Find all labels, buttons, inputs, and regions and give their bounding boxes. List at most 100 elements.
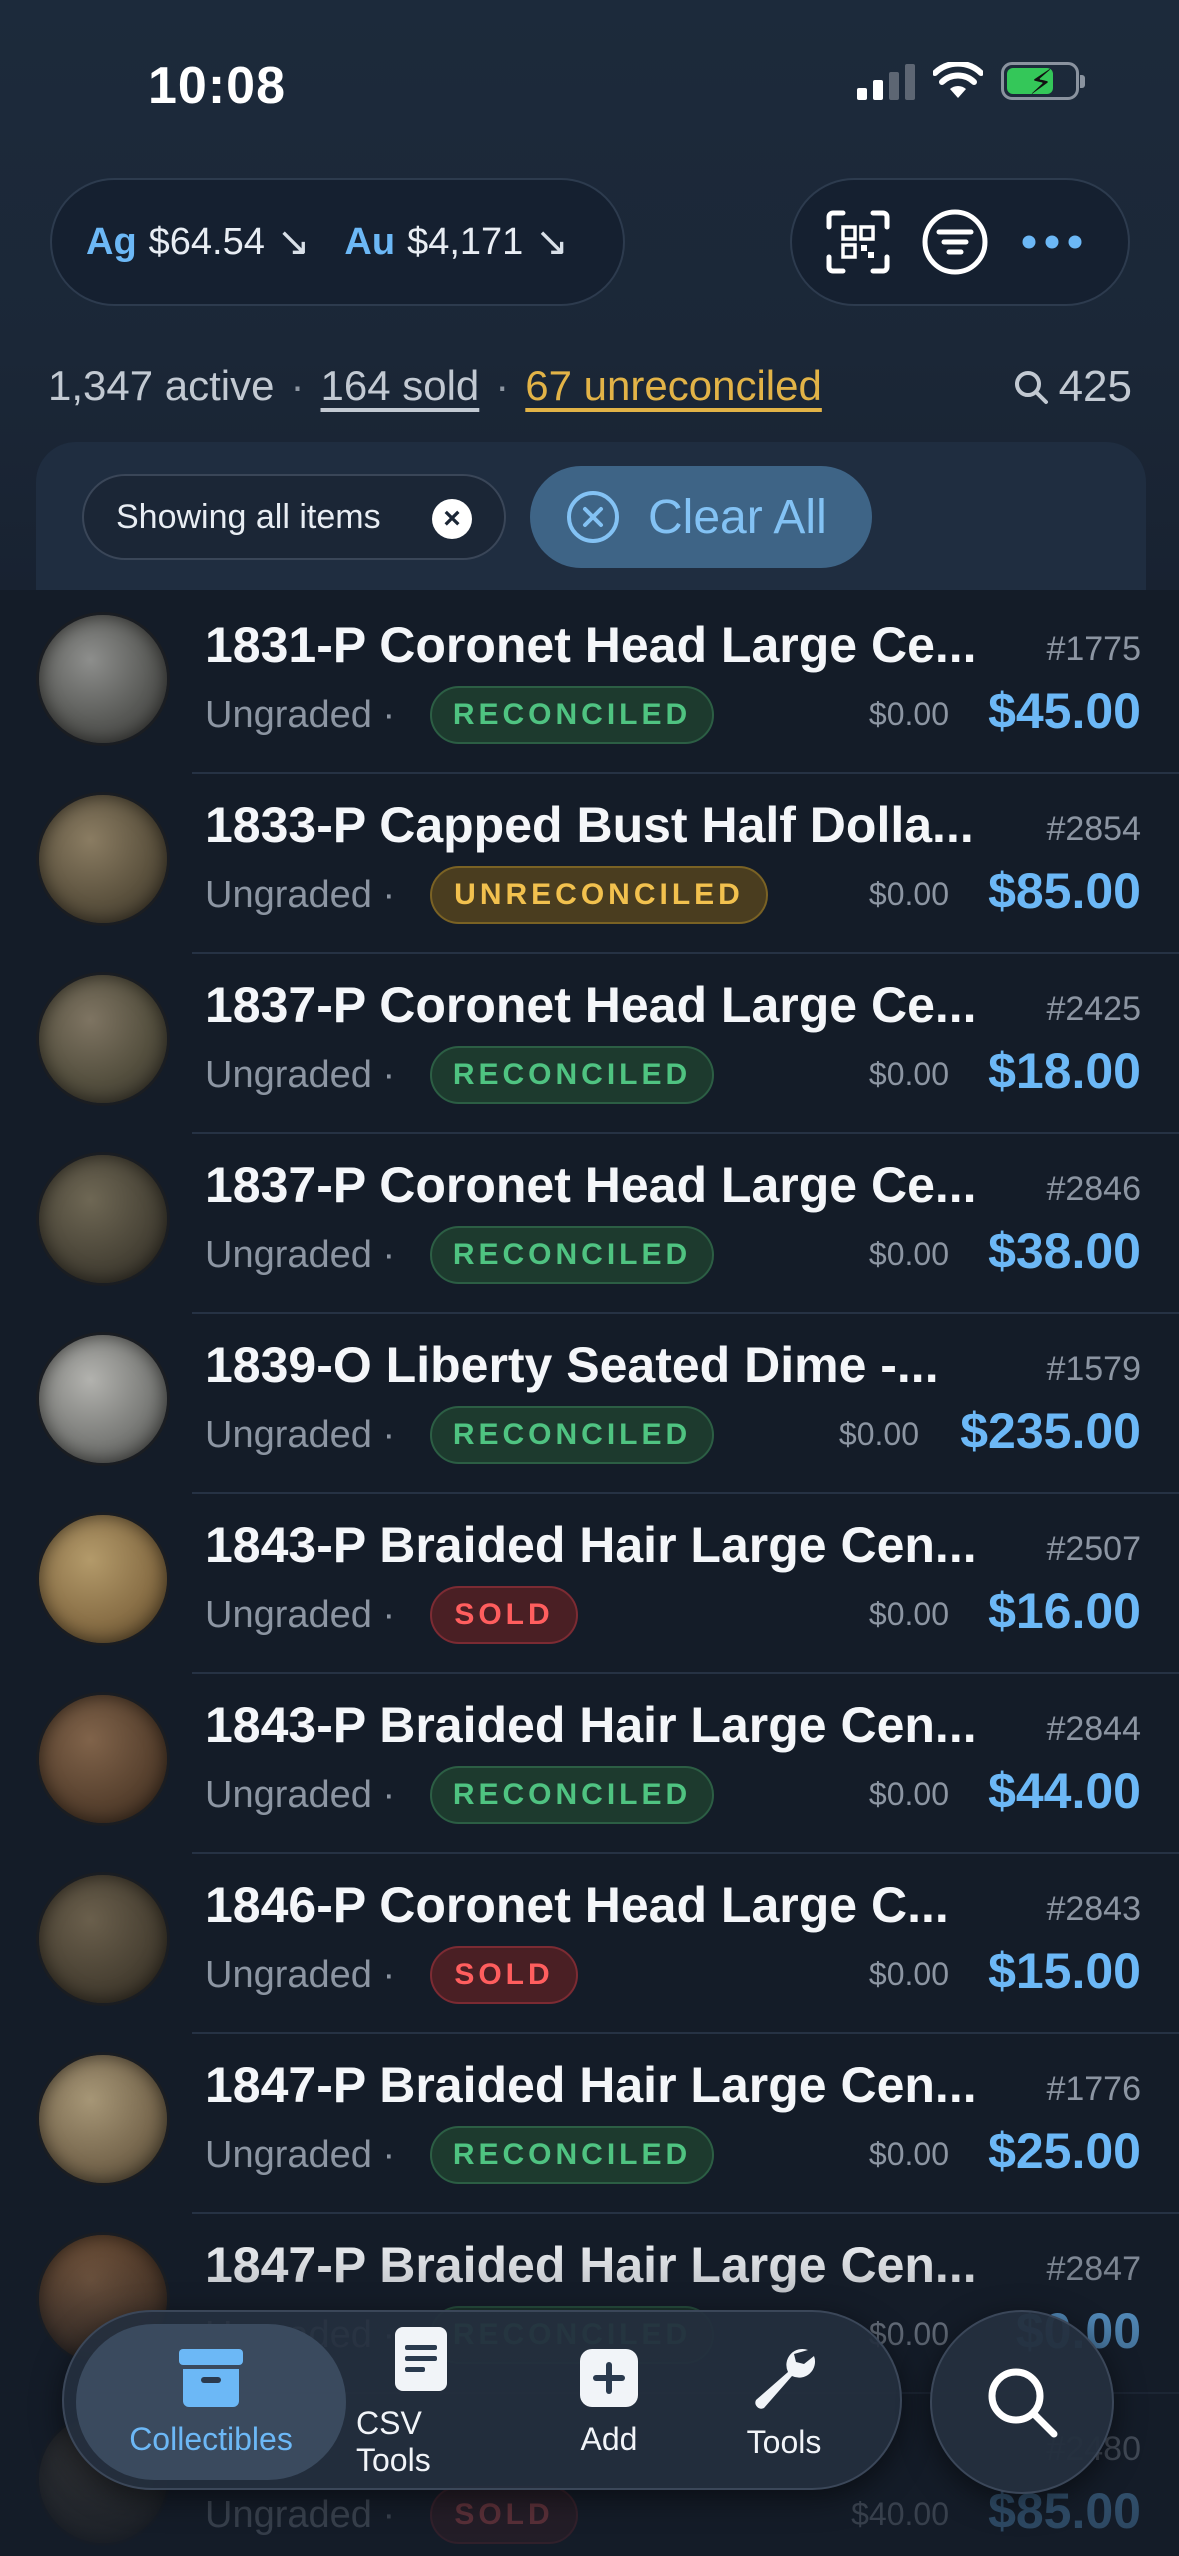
filter-icon <box>922 209 988 275</box>
inventory-summary: 1,347 active · 164 sold · 67 unreconcile… <box>48 362 822 410</box>
item-grade: Ungraded · <box>205 1954 395 1997</box>
search-count-value: 425 <box>1058 362 1132 411</box>
item-grade: Ungraded · <box>205 2494 395 2537</box>
archive-box-icon <box>179 2348 243 2407</box>
tab-bar: Collectibles CSV Tools Add Tools <box>62 2310 902 2490</box>
item-number: #2507 <box>1046 1530 1141 1568</box>
status-badge: SOLD <box>430 1586 578 1644</box>
item-grade: Ungraded · <box>205 874 395 917</box>
tab-add[interactable]: Add <box>544 2312 674 2492</box>
coin-thumbnail <box>36 2052 170 2186</box>
item-price: $85.00 <box>988 863 1141 919</box>
status-time: 10:08 <box>148 57 286 115</box>
item-title: 1847-P Braided Hair Large Cen... <box>205 2237 977 2293</box>
item-grade: Ungraded · <box>205 1054 395 1097</box>
qr-scan-icon <box>826 210 890 274</box>
more-icon <box>1022 235 1082 249</box>
status-badge: RECONCILED <box>430 1406 714 1464</box>
metal-prices-pill[interactable]: Ag $64.54 ↘ Au $4,171 ↘ <box>50 178 625 306</box>
silver-price: $64.54 <box>148 220 265 263</box>
separator: · <box>382 1774 396 1816</box>
list-item[interactable]: 1837-P Coronet Head Large Ce... #2425 Un… <box>0 954 1179 1134</box>
coin-thumbnail <box>36 1512 170 1646</box>
list-item[interactable]: 1837-P Coronet Head Large Ce... #2846 Un… <box>0 1134 1179 1314</box>
unreconciled-count-link[interactable]: 67 unreconciled <box>525 362 822 410</box>
item-title: 1843-P Braided Hair Large Cen... <box>205 1697 977 1753</box>
coin-thumbnail <box>36 1692 170 1826</box>
tab-collectibles[interactable]: Collectibles <box>76 2324 346 2480</box>
status-badge: RECONCILED <box>430 686 714 744</box>
item-price: $45.00 <box>988 683 1141 739</box>
coin-thumbnail <box>36 1152 170 1286</box>
tab-add-label: Add <box>580 2420 638 2457</box>
grade-label: Ungraded <box>205 874 372 916</box>
tab-tools-label: Tools <box>746 2423 822 2460</box>
item-cost: $0.00 <box>868 1056 949 1092</box>
item-title: 1839-O Liberty Seated Dime -... <box>205 1337 939 1393</box>
list-item[interactable]: 1847-P Braided Hair Large Cen... #1776 U… <box>0 2034 1179 2214</box>
collectibles-list: 1831-P Coronet Head Large Ce... #1775 Un… <box>0 594 1179 2556</box>
filter-chip-label: Showing all items <box>116 497 381 536</box>
item-grade: Ungraded · <box>205 1414 395 1457</box>
separator: · <box>382 2494 396 2536</box>
grade-label: Ungraded <box>205 2134 372 2176</box>
grade-label: Ungraded <box>205 1054 372 1096</box>
item-cost: $0.00 <box>868 1956 949 1992</box>
more-button[interactable] <box>1003 192 1100 292</box>
grade-label: Ungraded <box>205 694 372 736</box>
search-icon <box>1014 371 1048 404</box>
active-count: 1,347 active <box>48 362 275 409</box>
status-badge: SOLD <box>430 1946 578 2004</box>
status-badge: RECONCILED <box>430 1766 714 1824</box>
separator: · <box>382 2134 396 2176</box>
silver-symbol: Ag <box>86 220 137 263</box>
separator: · <box>382 694 396 736</box>
item-number: #2854 <box>1046 810 1141 848</box>
search-result-count[interactable]: 425 <box>1013 362 1132 412</box>
document-icon <box>395 2327 447 2391</box>
list-item[interactable]: 1843-P Braided Hair Large Cen... #2844 U… <box>0 1674 1179 1854</box>
separator: · <box>290 362 305 409</box>
trend-down-icon: ↘ <box>535 220 569 264</box>
item-number: #2425 <box>1046 990 1141 1028</box>
item-number: #1579 <box>1046 1350 1141 1388</box>
item-cost: $0.00 <box>868 1236 949 1272</box>
item-cost: $0.00 <box>868 1596 949 1632</box>
grade-label: Ungraded <box>205 1954 372 1996</box>
search-button[interactable] <box>930 2310 1114 2494</box>
list-item[interactable]: 1839-O Liberty Seated Dime -... #1579 Un… <box>0 1314 1179 1494</box>
gold-price: $4,171 <box>407 220 524 263</box>
sold-count-link[interactable]: 164 sold <box>321 362 480 410</box>
gold-symbol: Au <box>344 220 396 263</box>
item-price: $16.00 <box>988 1583 1141 1639</box>
clear-all-button[interactable]: Clear All <box>530 466 872 568</box>
tab-tools[interactable]: Tools <box>719 2312 849 2492</box>
item-cost: $0.00 <box>868 876 949 912</box>
item-title: 1837-P Coronet Head Large Ce... <box>205 977 977 1033</box>
item-cost: $0.00 <box>868 1776 949 1812</box>
filter-chip[interactable]: Showing all items × <box>82 474 506 560</box>
item-number: #2847 <box>1046 2250 1141 2288</box>
item-price: $15.00 <box>988 1943 1141 1999</box>
separator: · <box>382 1054 396 1096</box>
item-price: $18.00 <box>988 1043 1141 1099</box>
separator: · <box>382 1234 396 1276</box>
tab-csv-tools[interactable]: CSV Tools <box>356 2312 486 2492</box>
separator: · <box>495 362 510 409</box>
filter-button[interactable] <box>907 192 1004 292</box>
grade-label: Ungraded <box>205 2494 372 2536</box>
list-item[interactable]: 1846-P Coronet Head Large C... #2843 Ung… <box>0 1854 1179 2034</box>
item-cost: $0.00 <box>868 2136 949 2172</box>
list-item[interactable]: 1833-P Capped Bust Half Dolla... #2854 U… <box>0 774 1179 954</box>
list-item[interactable]: 1831-P Coronet Head Large Ce... #1775 Un… <box>0 594 1179 774</box>
item-cost: $0.00 <box>838 1416 919 1452</box>
qr-scan-button[interactable] <box>810 192 907 292</box>
action-pill <box>790 178 1130 306</box>
item-cost: $40.00 <box>851 2496 949 2532</box>
status-badge: RECONCILED <box>430 1226 714 1284</box>
separator: · <box>382 874 396 916</box>
coin-thumbnail <box>36 1872 170 2006</box>
separator: · <box>382 1594 396 1636</box>
close-icon[interactable]: × <box>432 499 472 539</box>
list-item[interactable]: 1843-P Braided Hair Large Cen... #2507 U… <box>0 1494 1179 1674</box>
